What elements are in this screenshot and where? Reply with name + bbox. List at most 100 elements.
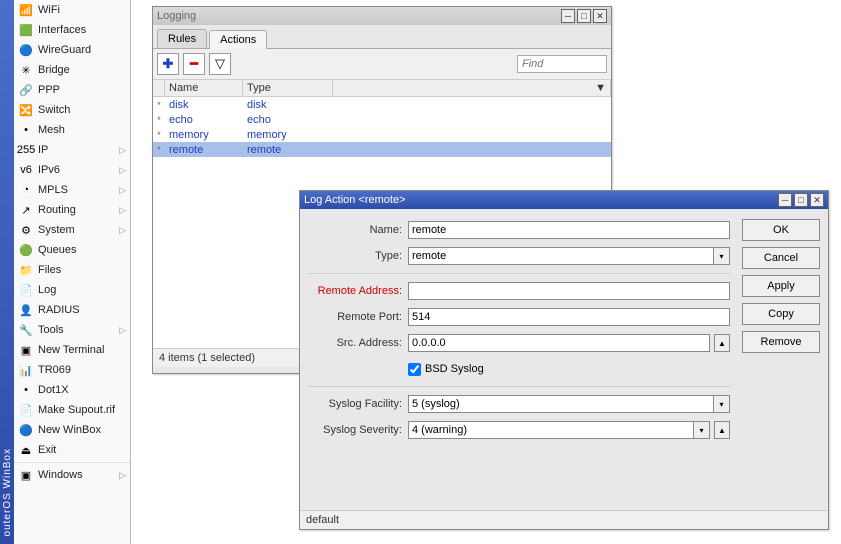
sidebar-item[interactable]: 📄Make Supout.rif <box>14 400 130 420</box>
dialog-form: Name: Type: remote ▾ Remote Address: Rem… <box>300 209 738 451</box>
sidebar-item[interactable]: 🟢Queues <box>14 240 130 260</box>
table-row[interactable]: *remoteremote <box>153 142 611 157</box>
sidebar-item-label: IPv6 <box>38 164 119 176</box>
sidebar-item-windows[interactable]: ▣ Windows ▷ <box>14 465 130 485</box>
find-input[interactable] <box>517 55 607 73</box>
copy-button[interactable]: Copy <box>742 303 820 325</box>
sidebar-item[interactable]: 🔀Switch <box>14 100 130 120</box>
app-vertical-bar: outerOS WinBox <box>0 0 14 544</box>
sidebar-item[interactable]: 255IP▷ <box>14 140 130 160</box>
menu-icon: ◔ <box>18 182 34 198</box>
syslog-facility-select[interactable]: 5 (syslog) <box>408 395 714 413</box>
table-row[interactable]: *echoecho <box>153 112 611 127</box>
menu-icon: ✳ <box>18 62 34 78</box>
sidebar-item[interactable]: ⚙ System▷ <box>14 220 130 240</box>
sidebar-item[interactable]: ▣New Terminal <box>14 340 130 360</box>
logging-titlebar[interactable]: Logging ─ □ ✕ <box>153 7 611 25</box>
tab-rules[interactable]: Rules <box>157 29 207 48</box>
dialog-side-buttons: OK Cancel Apply Copy Remove <box>742 219 820 353</box>
name-field[interactable] <box>408 221 730 239</box>
close-button[interactable]: ✕ <box>593 9 607 23</box>
close-button[interactable]: ✕ <box>810 193 824 207</box>
dialog-status: default <box>300 510 828 529</box>
chevron-right-icon: ▷ <box>119 470 126 481</box>
name-label: Name: <box>308 224 408 236</box>
logging-toolbar: ✚ ━ ▽ <box>153 49 611 80</box>
table-row[interactable]: *memorymemory <box>153 127 611 142</box>
sidebar-item-label: Exit <box>38 444 126 456</box>
chevron-right-icon: ▷ <box>119 225 126 236</box>
menu-icon: 🔵 <box>18 42 34 58</box>
chevron-right-icon: ▷ <box>119 165 126 176</box>
remote-address-field[interactable] <box>408 282 730 300</box>
sidebar-item[interactable]: ⏏Exit <box>14 440 130 460</box>
filter-button[interactable]: ▽ <box>209 53 231 75</box>
menu-icon: ▣ <box>18 342 34 358</box>
menu-icon: 📶 <box>18 2 34 18</box>
remove-button[interactable]: ━ <box>183 53 205 75</box>
table-row[interactable]: *diskdisk <box>153 97 611 112</box>
facility-dropdown-button[interactable]: ▾ <box>714 395 730 413</box>
sidebar-item[interactable]: 🟩Interfaces <box>14 20 130 40</box>
sidebar-item[interactable]: 🔵 New WinBox <box>14 420 130 440</box>
sidebar-item[interactable]: ✳ Bridge <box>14 60 130 80</box>
sidebar-item-label: Dot1X <box>38 384 126 396</box>
severity-dropdown-button[interactable]: ▾ <box>694 421 710 439</box>
sidebar-item-label: New WinBox <box>38 424 126 436</box>
col-name[interactable]: Name <box>165 80 243 96</box>
menu-icon: 🔵 <box>18 422 34 438</box>
menu-icon: 📄 <box>18 282 34 298</box>
col-mark[interactable] <box>153 80 165 96</box>
sidebar-item-label: Make Supout.rif <box>38 404 126 416</box>
sidebar-item-label: RADIUS <box>38 304 126 316</box>
sidebar-item-label: MPLS <box>38 184 119 196</box>
sidebar-item-label: IP <box>38 144 119 156</box>
separator <box>308 273 730 274</box>
sidebar-item[interactable]: • Dot1X <box>14 380 130 400</box>
dialog-titlebar[interactable]: Log Action <remote> ─ □ ✕ <box>300 191 828 209</box>
sidebar-item-label: System <box>38 224 119 236</box>
sidebar-item[interactable]: •Mesh <box>14 120 130 140</box>
sidebar-item[interactable]: v6IPv6▷ <box>14 160 130 180</box>
type-label: Type: <box>308 250 408 262</box>
sidebar-item[interactable]: ↗Routing▷ <box>14 200 130 220</box>
syslog-facility-label: Syslog Facility: <box>308 398 408 410</box>
apply-button[interactable]: Apply <box>742 275 820 297</box>
sidebar-item[interactable]: 📁Files <box>14 260 130 280</box>
sidebar-item[interactable]: 📄Log <box>14 280 130 300</box>
sidebar-item[interactable]: 👤 RADIUS <box>14 300 130 320</box>
sidebar-item[interactable]: 🔗PPP <box>14 80 130 100</box>
sidebar-item[interactable]: 🔧Tools▷ <box>14 320 130 340</box>
cancel-button[interactable]: Cancel <box>742 247 820 269</box>
syslog-severity-label: Syslog Severity: <box>308 424 408 436</box>
maximize-button[interactable]: □ <box>577 9 591 23</box>
sidebar-item[interactable]: 📊TR069 <box>14 360 130 380</box>
src-address-toggle[interactable]: ▲ <box>714 334 730 352</box>
minimize-button[interactable]: ─ <box>778 193 792 207</box>
syslog-severity-select[interactable]: 4 (warning) <box>408 421 694 439</box>
bsd-syslog-checkbox[interactable] <box>408 363 421 376</box>
maximize-button[interactable]: □ <box>794 193 808 207</box>
menu-icon: • <box>18 122 34 138</box>
severity-toggle[interactable]: ▲ <box>714 421 730 439</box>
remote-port-field[interactable] <box>408 308 730 326</box>
type-dropdown-button[interactable]: ▾ <box>714 247 730 265</box>
menu-icon: 👤 <box>18 302 34 318</box>
col-menu[interactable]: ▼ <box>333 80 611 96</box>
src-address-field[interactable] <box>408 334 710 352</box>
remove-button[interactable]: Remove <box>742 331 820 353</box>
type-select[interactable]: remote <box>408 247 714 265</box>
tab-actions[interactable]: Actions <box>209 30 267 49</box>
menu-icon: • <box>18 382 34 398</box>
sidebar-item[interactable]: 🔵WireGuard <box>14 40 130 60</box>
col-type[interactable]: Type <box>243 80 333 96</box>
sidebar-item[interactable]: ◔MPLS▷ <box>14 180 130 200</box>
sidebar-item[interactable]: 📶WiFi <box>14 0 130 20</box>
dialog-title: Log Action <remote> <box>304 194 778 206</box>
windows-icon: ▣ <box>18 467 34 483</box>
add-button[interactable]: ✚ <box>157 53 179 75</box>
ok-button[interactable]: OK <box>742 219 820 241</box>
sidebar-item-label: Bridge <box>38 64 126 76</box>
minimize-button[interactable]: ─ <box>561 9 575 23</box>
menu-icon: ⚙ <box>18 222 34 238</box>
